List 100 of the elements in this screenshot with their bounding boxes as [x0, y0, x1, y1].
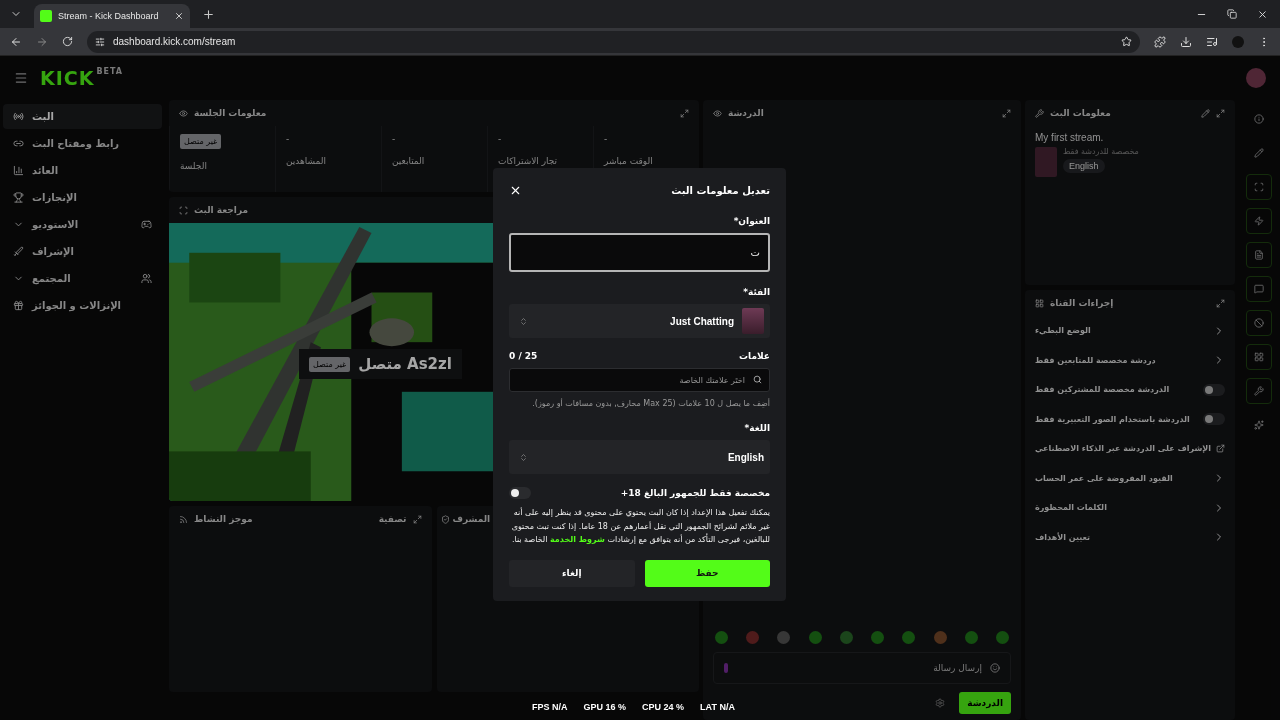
sidebar-item[interactable]: الإشراف [3, 239, 162, 264]
sidebar-item[interactable]: المجتمع [3, 266, 162, 291]
language-tag: English [1063, 159, 1105, 173]
status-badge: غير متصل [309, 356, 351, 372]
trophy-icon [13, 192, 24, 203]
document-icon[interactable] [1246, 242, 1272, 268]
tags-search-field[interactable]: اختَر علامتك الخاصة [509, 368, 770, 392]
grid-icon [1035, 298, 1044, 308]
stat-value: - [498, 134, 502, 144]
action-item[interactable]: الدردشة مخصصة للمشتركين فقط [1025, 375, 1235, 405]
stat-label: المشاهدين [286, 156, 327, 166]
category-select[interactable]: Just Chatting [509, 304, 770, 338]
status-badge: غير متصل [180, 134, 222, 149]
eye-icon [179, 108, 188, 118]
close-icon[interactable] [509, 184, 522, 197]
toggle-switch[interactable] [509, 487, 531, 499]
stat-label: المتابعين [392, 156, 425, 166]
sidebar-item[interactable]: البث [3, 104, 162, 129]
status-metric: FPS N/A [532, 702, 568, 712]
shield-icon [440, 514, 450, 524]
tags-hint: أضِف ما يصل ل 10 علامات (Max 25 محارف, بدون مسافات أو رموز). [531, 399, 770, 408]
tag-counter: 0 / 25 [509, 351, 538, 361]
wrench-icon[interactable] [1246, 378, 1272, 404]
lightning-icon[interactable] [1246, 208, 1272, 234]
kick-favicon-icon [40, 10, 52, 22]
toggle-switch[interactable] [1203, 383, 1225, 396]
sidebar-item[interactable]: العائد [3, 158, 162, 183]
language-select[interactable]: English [509, 440, 770, 474]
field-label: اللغة* [743, 423, 770, 433]
scan-icon [179, 205, 188, 215]
sidebar-item[interactable]: الاستوديو [3, 212, 162, 237]
expand-icon[interactable] [1216, 298, 1225, 308]
star-icon[interactable] [1121, 36, 1132, 47]
cancel-button[interactable]: إلغاء [509, 559, 635, 587]
broadcast-icon [13, 111, 24, 122]
action-item[interactable]: الكلمات المحظورة [1025, 493, 1235, 523]
action-item[interactable]: القيود المفروضة على عمر الحساب [1025, 463, 1235, 493]
menu-icon[interactable] [14, 71, 28, 85]
emoji-icon[interactable] [990, 663, 1000, 673]
close-icon[interactable] [174, 11, 184, 21]
settings-icon[interactable] [935, 698, 946, 708]
action-item[interactable]: تعيين الأهداف [1025, 522, 1235, 552]
profile-avatar[interactable] [1232, 35, 1244, 48]
stat-label: تجار الاشتراكات [498, 156, 558, 166]
category-thumbnail [742, 308, 764, 334]
chat-button[interactable]: الدردشة [959, 692, 1011, 714]
sort-icon [519, 452, 528, 462]
site-settings-icon[interactable] [95, 36, 105, 47]
save-button[interactable]: حفظ [644, 559, 770, 587]
expand-icon[interactable] [1216, 108, 1225, 118]
sort-icon [519, 316, 528, 326]
users-icon [141, 273, 152, 284]
search-icon [753, 375, 762, 384]
gift-icon [13, 300, 24, 311]
expand-icon[interactable] [412, 514, 422, 524]
channel-name: As2zl متصل [358, 355, 452, 373]
chat-input[interactable]: إرسال رسالة [713, 652, 1011, 684]
media-icon[interactable] [1206, 35, 1218, 48]
download-icon[interactable] [1180, 35, 1192, 48]
panel-title: الدردشة [728, 108, 764, 118]
grid-icon[interactable] [1246, 344, 1272, 370]
forward-icon[interactable] [36, 35, 48, 48]
chat-icon[interactable] [1246, 276, 1272, 302]
filter-link[interactable]: تصفية [378, 514, 407, 524]
title-field[interactable]: ت [509, 233, 770, 272]
panel-title: معلومات الجلسة [194, 108, 267, 118]
panel-title: موجز النشاط [194, 514, 253, 524]
sidebar-item[interactable]: الإنزالات و الجوائز [3, 293, 162, 318]
scan-icon[interactable] [1246, 174, 1272, 200]
restore-icon[interactable] [1227, 8, 1237, 19]
close-icon[interactable] [1257, 8, 1268, 20]
address-bar[interactable]: dashboard.kick.com/stream [87, 30, 1140, 53]
sidebar-item[interactable]: رابط ومفتاح البث [3, 131, 162, 156]
reload-icon[interactable] [62, 36, 73, 47]
extensions-icon[interactable] [1154, 35, 1166, 48]
action-item[interactable]: دردشة مخصصة للمتابعين فقط [1025, 345, 1235, 375]
panel-title: معلومات البث [1050, 108, 1111, 118]
user-avatar[interactable] [1246, 68, 1266, 88]
browser-tab[interactable]: Stream - Kick Dashboard [34, 4, 190, 28]
edit-icon[interactable] [1201, 108, 1210, 118]
adult-description: يمكنك تفعيل هذا الإعداد إذا كان البث يحتوي على محتوى قد ينظر إليه على أنه غير ملائم لشرائح الجمهور التي تقل أعمارهم عن 18 عاما. إذا كنت تبث محتوى للبالغين، فيرجى التأكد من أنه يتوافق مع إرشادات شروط الخدمة الخاصة بنا. [510, 506, 770, 547]
category-thumbnail [1035, 147, 1057, 177]
dialog-title: تعديل معلومات البث [671, 185, 770, 196]
action-item[interactable]: الوضع البطيء [1025, 316, 1235, 346]
chart-icon [13, 165, 24, 176]
expand-icon[interactable] [1002, 108, 1011, 118]
stream-title: My first stream. [1035, 132, 1105, 143]
external-link-icon [1216, 444, 1225, 454]
action-item[interactable]: الإشراف على الدردشة عبر الذكاء الاصطناعي [1025, 434, 1235, 464]
action-item[interactable]: الدردشة باستخدام الصور التعبيرية فقط [1025, 404, 1235, 434]
panel-title: مراجعة البث [194, 205, 249, 215]
sidebar-item[interactable]: الإنجازات [3, 185, 162, 210]
expand-icon[interactable] [680, 108, 689, 118]
stat-value: - [392, 134, 396, 144]
ban-icon[interactable] [1246, 310, 1272, 336]
status-metric: LAT N/A [700, 702, 735, 712]
toggle-switch[interactable] [1203, 413, 1225, 426]
new-tab-icon[interactable] [201, 7, 215, 21]
sword-icon [13, 246, 24, 257]
back-icon[interactable] [10, 35, 22, 48]
